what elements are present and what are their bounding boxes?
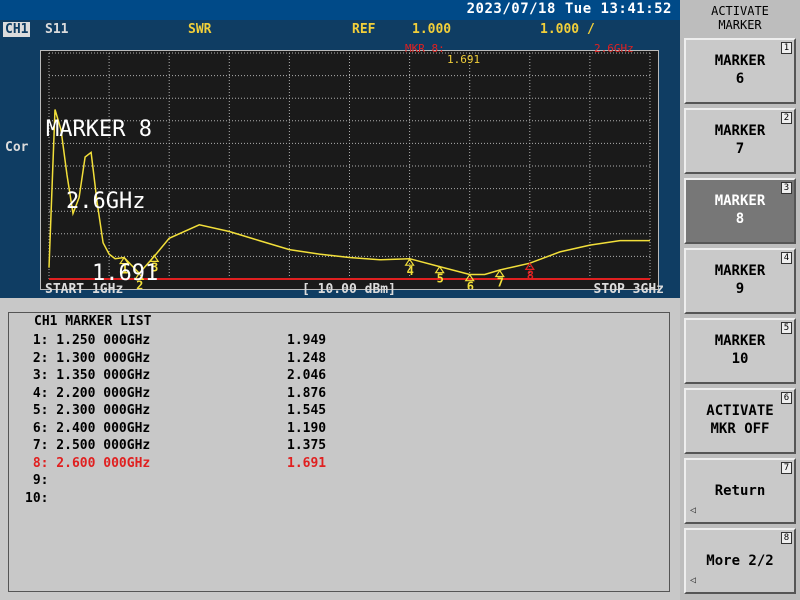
mkr-annotation-label: MKR 8:	[405, 42, 445, 55]
marker-list-row: 7: 2.500 000GHz 1.375	[25, 437, 326, 455]
ref-label: REF	[352, 22, 376, 37]
softkey-label: MARKER 10	[714, 333, 766, 367]
marker-list-freq: 9:	[25, 473, 49, 488]
softkey-label: Return	[714, 483, 766, 499]
marker-list-row: 5: 2.300 000GHz 1.545	[25, 402, 326, 420]
softkey-2[interactable]: MARKER 7 2	[684, 108, 796, 174]
marker-list-freq: 5: 2.300 000GHz	[25, 403, 151, 418]
softkey-number: 3	[781, 182, 792, 194]
source-power: [ 10.00 dBm]	[302, 282, 396, 297]
marker-list-freq: 4: 2.200 000GHz	[25, 385, 151, 401]
marker-list-value: 1.691	[287, 455, 327, 471]
marker-list-value: 1.375	[287, 438, 327, 453]
start-frequency: START 1GHz	[45, 282, 124, 297]
marker-list-value: 1.876	[287, 385, 327, 401]
marker-number-8: 8	[527, 268, 534, 282]
softkey-label: MARKER 6	[714, 53, 766, 87]
marker-list-row: 10:	[25, 490, 150, 508]
softkey-number: 2	[781, 112, 792, 124]
channel-label[interactable]: CH1	[3, 22, 31, 37]
mkr-annotation-freq: 2.6GHz	[594, 42, 634, 55]
softkey-7[interactable]: Return 7 ◁	[684, 458, 796, 524]
softkey-number: 6	[781, 392, 792, 404]
marker-list-freq: 7: 2.500 000GHz	[25, 438, 151, 453]
marker-list-row: 4: 2.200 000GHz 1.876	[25, 385, 326, 403]
marker-list-freq: 2: 1.300 000GHz	[25, 350, 151, 366]
softkey-menu-title: ACTIVATE MARKER	[711, 4, 769, 32]
softkey-number: 7	[781, 462, 792, 474]
marker-readout-title: MARKER 8	[46, 117, 152, 142]
marker-readout-freq: 2.6GHz	[66, 189, 146, 214]
ref-value: 1.000	[412, 22, 452, 37]
mkr-annotation-value: 1.691	[447, 53, 481, 66]
left-arrow-icon: ◁	[690, 575, 697, 586]
marker-list-row: 8: 2.600 000GHz 1.691	[25, 455, 326, 473]
softkey-number: 1	[781, 42, 792, 54]
marker-number-5: 5	[437, 272, 444, 286]
softkey-label: MARKER 9	[714, 263, 766, 297]
marker-number-4: 4	[407, 264, 414, 278]
softkey-3[interactable]: MARKER 8 3	[684, 178, 796, 244]
stop-frequency: STOP 3GHz	[593, 282, 664, 297]
softkey-4[interactable]: MARKER 9 4	[684, 248, 796, 314]
softkey-number: 8	[781, 532, 792, 544]
marker-number-6: 6	[467, 280, 474, 289]
marker-list: 1: 1.250 000GHz 1.949 2: 1.300 000GHz 1.24…	[25, 332, 326, 508]
marker-list-value: 1.545	[287, 403, 327, 418]
softkey-8[interactable]: More 2/2 8 ◁	[684, 528, 796, 594]
softkey-panel: ACTIVATE MARKER MARKER 6 1 MARKER 7 2 MARKER…	[680, 0, 800, 600]
marker-list-value: 1.949	[287, 333, 327, 348]
marker-list-value: 2.046	[287, 368, 327, 383]
marker-list-value: 1.248	[287, 350, 327, 366]
softkey-label: ACTIVATE MKR OFF	[706, 403, 774, 437]
marker-list-panel: CH1 MARKER LIST 1: 1.250 000GHz 1.949 2: …	[0, 298, 680, 600]
title-bar: 2023/07/18 Tue 13:41:52	[0, 0, 680, 20]
s-parameter-label: S11	[45, 22, 69, 37]
softkey-number: 5	[781, 322, 792, 334]
marker-list-row: 3: 1.350 000GHz 2.046	[25, 367, 326, 385]
softkey-1[interactable]: MARKER 6 1	[684, 38, 796, 104]
softkey-6[interactable]: ACTIVATE MKR OFF 6	[684, 388, 796, 454]
softkey-label: MARKER 7	[714, 123, 766, 157]
marker-list-freq: 6: 2.400 000GHz	[25, 420, 151, 436]
marker-list-row: 9:	[25, 472, 150, 490]
marker-list-row: 2: 1.300 000GHz 1.248	[25, 350, 326, 368]
marker-list-row: 6: 2.400 000GHz 1.190	[25, 420, 326, 438]
marker-list-freq: 1: 1.250 000GHz	[25, 333, 151, 348]
left-arrow-icon: ◁	[690, 505, 697, 516]
marker-list-value: 1.190	[287, 420, 327, 436]
datetime: 2023/07/18 Tue 13:41:52	[466, 1, 672, 17]
softkey-label: MARKER 8	[714, 193, 766, 227]
softkey-5[interactable]: MARKER 10 5	[684, 318, 796, 384]
marker-list-row: 1: 1.250 000GHz 1.949	[25, 332, 326, 350]
marker-list-freq: 3: 1.350 000GHz	[25, 368, 151, 383]
marker-number-7: 7	[497, 276, 504, 289]
correction-label: Cor	[5, 140, 29, 155]
softkey-number: 4	[781, 252, 792, 264]
marker-list-title: CH1 MARKER LIST	[30, 314, 156, 329]
measurement-screen: CH1 S11 SWR REF 1.000 1.000 / Cor 123456…	[0, 20, 680, 298]
format-label: SWR	[188, 22, 212, 37]
scale-value: 1.000 /	[540, 22, 595, 37]
marker-list-freq: 8: 2.600 000GHz	[25, 455, 151, 471]
softkey-label: More 2/2	[706, 553, 774, 569]
marker-list-freq: 10:	[25, 490, 49, 506]
